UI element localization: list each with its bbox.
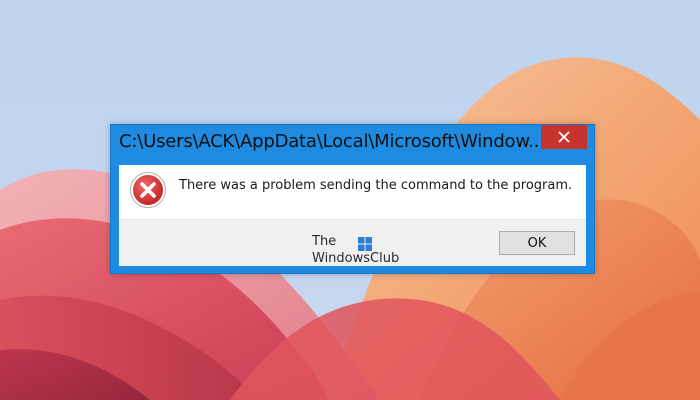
watermark-line2: WindowsClub [312, 251, 400, 266]
error-icon [130, 172, 166, 208]
thewindowsclub-watermark: The WindowsClub [312, 234, 432, 268]
button-area: The WindowsClub OK [119, 219, 586, 266]
dialog-title: C:\Users\ACK\AppData\Local\Microsoft\Win… [119, 131, 539, 152]
windows-logo-icon [358, 237, 372, 251]
close-button[interactable] [541, 125, 587, 149]
ok-button[interactable]: OK [499, 231, 575, 255]
close-icon [558, 131, 570, 143]
message-area: There was a problem sending the command … [119, 165, 586, 219]
dialog-body: There was a problem sending the command … [119, 165, 586, 266]
dialog-titlebar[interactable]: C:\Users\ACK\AppData\Local\Microsoft\Win… [111, 125, 594, 161]
watermark-line1: The [312, 234, 337, 249]
error-dialog: C:\Users\ACK\AppData\Local\Microsoft\Win… [110, 124, 595, 274]
error-message: There was a problem sending the command … [179, 178, 573, 193]
